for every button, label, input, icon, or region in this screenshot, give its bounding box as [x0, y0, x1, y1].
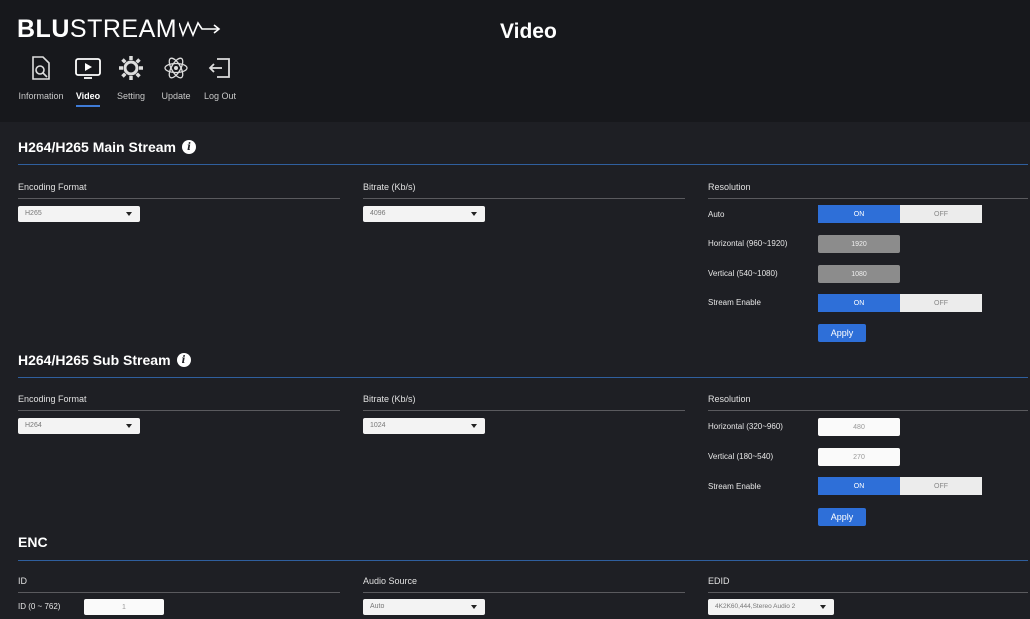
- nav-label-information: Information: [18, 91, 64, 101]
- column-divider: [708, 592, 1028, 593]
- sub-stream-title-text: H264/H265 Sub Stream: [18, 352, 171, 368]
- main-auto-off[interactable]: OFF: [900, 205, 982, 223]
- column-divider: [18, 410, 340, 411]
- chevron-down-icon: [126, 212, 132, 216]
- main-nav: Information Video Setting Update Log Out: [14, 52, 242, 107]
- column-divider: [18, 592, 340, 593]
- enc-id-label: ID: [18, 576, 27, 586]
- chevron-down-icon: [471, 424, 477, 428]
- logo-light-text: STREAM: [69, 14, 178, 43]
- main-bitrate-label: Bitrate (Kb/s): [363, 182, 416, 192]
- sub-stream-title: H264/H265 Sub Stream i: [18, 352, 191, 368]
- enc-id-input[interactable]: 1: [84, 599, 164, 615]
- sub-stream-enable-on[interactable]: ON: [818, 477, 900, 495]
- sub-horizontal-input[interactable]: 480: [818, 418, 900, 436]
- gear-icon: [115, 52, 147, 84]
- nav-item-setting[interactable]: Setting: [108, 52, 154, 107]
- section-divider: [18, 164, 1028, 165]
- sub-encoding-format-select[interactable]: H264: [18, 418, 140, 434]
- nav-label-logout: Log Out: [203, 91, 237, 101]
- sub-bitrate-value: 1024: [370, 422, 386, 429]
- main-stream-title-text: H264/H265 Main Stream: [18, 139, 176, 155]
- sub-stream-enable-label: Stream Enable: [708, 482, 761, 491]
- main-stream-enable-label: Stream Enable: [708, 298, 761, 307]
- main-horizontal-label: Horizontal (960~1920): [708, 239, 788, 248]
- chevron-down-icon: [820, 605, 826, 609]
- main-vertical-input: 1080: [818, 265, 900, 283]
- chevron-down-icon: [471, 605, 477, 609]
- enc-edid-value: 4K2K60,444,Stereo Audio 2: [715, 603, 796, 610]
- main-horizontal-input: 1920: [818, 235, 900, 253]
- main-apply-button[interactable]: Apply: [818, 324, 866, 342]
- main-resolution-label: Resolution: [708, 182, 751, 192]
- main-stream-enable-on[interactable]: ON: [818, 294, 900, 312]
- sub-vertical-input[interactable]: 270: [818, 448, 900, 466]
- nav-label-video: Video: [75, 91, 101, 107]
- main-encoding-format-select[interactable]: H265: [18, 206, 140, 222]
- main-auto-on[interactable]: ON: [818, 205, 900, 223]
- sub-bitrate-label: Bitrate (Kb/s): [363, 394, 416, 404]
- nav-item-video[interactable]: Video: [68, 52, 108, 107]
- logout-icon: [204, 52, 236, 84]
- sub-encoding-format-label: Encoding Format: [18, 394, 87, 404]
- sub-apply-button[interactable]: Apply: [818, 508, 866, 526]
- enc-audio-source-value: Auto: [370, 603, 385, 610]
- sub-horizontal-label: Horizontal (320~960): [708, 422, 783, 431]
- main-encoding-format-value: H265: [25, 210, 42, 217]
- main-encoding-format-label: Encoding Format: [18, 182, 87, 192]
- sub-bitrate-select[interactable]: 1024: [363, 418, 485, 434]
- enc-edid-select[interactable]: 4K2K60,444,Stereo Audio 2: [708, 599, 834, 615]
- column-divider: [18, 198, 340, 199]
- column-divider: [363, 592, 685, 593]
- nav-item-logout[interactable]: Log Out: [198, 52, 242, 107]
- enc-audio-source-select[interactable]: Auto: [363, 599, 485, 615]
- info-icon[interactable]: i: [176, 353, 191, 367]
- enc-title-text: ENC: [18, 534, 48, 550]
- main-bitrate-value: 4096: [370, 210, 386, 217]
- main-auto-toggle[interactable]: ON OFF: [818, 205, 982, 223]
- main-bitrate-select[interactable]: 4096: [363, 206, 485, 222]
- logo-bold-text: BLU: [17, 14, 70, 43]
- column-divider: [363, 410, 685, 411]
- sub-stream-enable-off[interactable]: OFF: [900, 477, 982, 495]
- enc-edid-label: EDID: [708, 576, 730, 586]
- main-stream-title: H264/H265 Main Stream i: [18, 139, 196, 155]
- main-auto-label: Auto: [708, 210, 725, 219]
- sub-encoding-format-value: H264: [25, 422, 42, 429]
- info-icon[interactable]: i: [181, 140, 196, 154]
- nav-item-information[interactable]: Information: [14, 52, 68, 107]
- play-screen-icon: [72, 52, 104, 84]
- column-divider: [363, 198, 685, 199]
- column-divider: [708, 410, 1028, 411]
- sub-resolution-label: Resolution: [708, 394, 751, 404]
- search-document-icon: [25, 52, 57, 84]
- app-header: BLUSTREAM Video Information Video Settin…: [0, 0, 1030, 122]
- chevron-down-icon: [126, 424, 132, 428]
- enc-audio-source-label: Audio Source: [363, 576, 418, 586]
- nav-label-update: Update: [161, 91, 191, 101]
- enc-id-range-label: ID (0 ~ 762): [18, 602, 61, 611]
- logo-wave-icon: [179, 20, 221, 38]
- section-divider: [18, 560, 1028, 561]
- sub-stream-enable-toggle[interactable]: ON OFF: [818, 477, 982, 495]
- page-title: Video: [500, 20, 557, 43]
- blustream-logo: BLUSTREAM: [17, 14, 229, 44]
- section-divider: [18, 377, 1028, 378]
- main-stream-enable-toggle[interactable]: ON OFF: [818, 294, 982, 312]
- chevron-down-icon: [471, 212, 477, 216]
- main-vertical-label: Vertical (540~1080): [708, 269, 778, 278]
- nav-item-update[interactable]: Update: [154, 52, 198, 107]
- sub-vertical-label: Vertical (180~540): [708, 452, 774, 461]
- enc-title: ENC: [18, 534, 48, 550]
- main-stream-enable-off[interactable]: OFF: [900, 294, 982, 312]
- atom-icon: [160, 52, 192, 84]
- nav-label-setting: Setting: [116, 91, 146, 101]
- column-divider: [708, 198, 1028, 199]
